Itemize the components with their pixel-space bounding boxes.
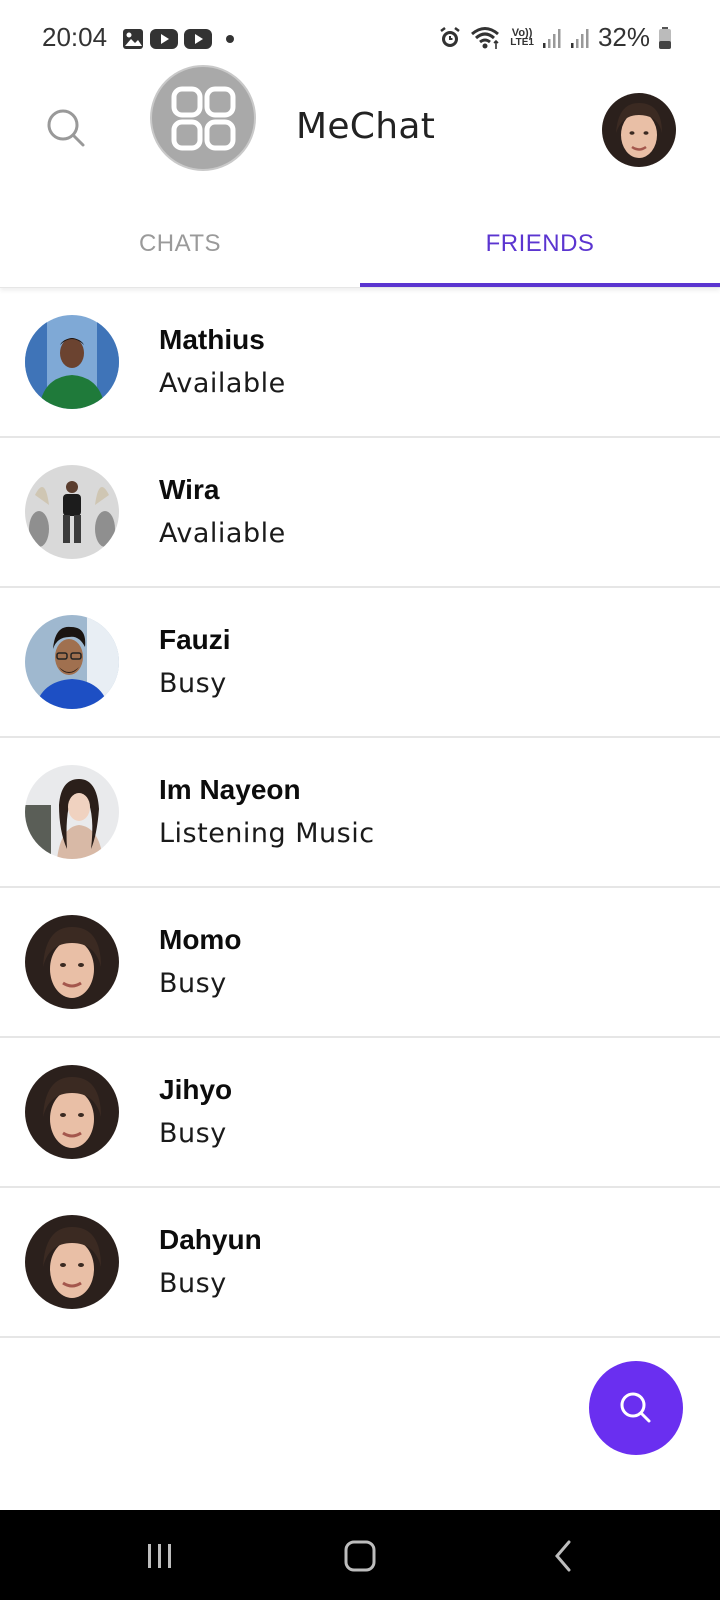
header-search-button[interactable] xyxy=(44,106,88,150)
system-nav-bar xyxy=(0,1510,720,1600)
volte-label: Vo)) xyxy=(511,26,533,39)
friend-status: Listening Music xyxy=(159,818,375,849)
tab-bar: CHATS FRIENDS xyxy=(0,200,720,288)
recents-icon xyxy=(148,1544,171,1568)
app-grid-icon xyxy=(171,86,236,151)
friend-status: Busy xyxy=(159,1268,227,1299)
signal-icon xyxy=(542,28,561,48)
friend-status: Busy xyxy=(159,1118,227,1149)
friend-avatar xyxy=(25,765,119,859)
volte-icon: Vo)) LTE1 xyxy=(510,26,534,48)
youtube-icon xyxy=(150,29,178,49)
friend-row[interactable]: Jihyo Busy xyxy=(0,1038,720,1188)
home-icon xyxy=(344,1540,376,1572)
friend-avatar xyxy=(25,915,119,1009)
friend-row[interactable]: Fauzi Busy xyxy=(0,588,720,738)
battery-icon xyxy=(659,26,671,49)
youtube-icon xyxy=(184,29,212,49)
friend-status: Avaliable xyxy=(159,518,286,549)
friend-avatar xyxy=(25,465,119,559)
friend-photo xyxy=(25,765,119,859)
friend-name: Mathius xyxy=(159,324,265,355)
friend-photo xyxy=(25,1065,119,1159)
friend-photo xyxy=(25,465,119,559)
app-header: MeChat xyxy=(0,62,720,192)
app-logo xyxy=(150,65,256,171)
battery-percent: 32% xyxy=(597,22,650,52)
friend-name: Wira xyxy=(159,474,220,505)
tab-friends[interactable]: FRIENDS xyxy=(360,200,720,287)
search-icon xyxy=(620,1392,651,1423)
friend-row[interactable]: Mathius Available xyxy=(0,288,720,438)
friend-photo xyxy=(25,315,119,409)
tab-chats[interactable]: CHATS xyxy=(0,200,360,287)
wifi-icon xyxy=(471,26,500,49)
friend-photo xyxy=(25,915,119,1009)
friend-status: Busy xyxy=(159,968,227,999)
friend-row[interactable]: Wira Avaliable xyxy=(0,438,720,588)
friend-name: Fauzi xyxy=(159,624,231,655)
friend-avatar xyxy=(25,315,119,409)
search-icon xyxy=(47,109,85,147)
alarm-icon xyxy=(440,26,460,47)
friend-photo xyxy=(25,1215,119,1309)
friend-list: Mathius Available Wira Avaliable Fauzi B… xyxy=(0,288,720,1338)
friend-status: Available xyxy=(159,368,286,399)
friend-name: Dahyun xyxy=(159,1224,262,1255)
back-button[interactable] xyxy=(540,1532,588,1580)
dot-icon xyxy=(226,35,234,43)
home-button[interactable] xyxy=(336,1532,384,1580)
back-icon xyxy=(555,1540,571,1572)
signal-icon xyxy=(570,28,589,48)
friend-name: Im Nayeon xyxy=(159,774,301,805)
lte-label: LTE1 xyxy=(510,36,534,48)
friend-photo xyxy=(25,615,119,709)
status-left-icons xyxy=(122,28,238,50)
search-fab[interactable] xyxy=(589,1361,683,1455)
app-title: MeChat xyxy=(296,106,436,147)
friend-avatar xyxy=(25,1065,119,1159)
friend-row[interactable]: Im Nayeon Listening Music xyxy=(0,738,720,888)
status-right-icons: Vo)) LTE1 32% xyxy=(438,22,672,53)
friend-name: Momo xyxy=(159,924,242,955)
friend-status: Busy xyxy=(159,668,227,699)
friend-avatar xyxy=(25,1215,119,1309)
friend-row[interactable]: Momo Busy xyxy=(0,888,720,1038)
friend-row[interactable]: Dahyun Busy xyxy=(0,1188,720,1338)
user-avatar-image xyxy=(602,93,676,167)
recents-button[interactable] xyxy=(136,1532,184,1580)
status-time: 20:04 xyxy=(42,22,108,52)
friend-avatar xyxy=(25,615,119,709)
gallery-icon xyxy=(123,29,143,49)
profile-avatar[interactable] xyxy=(602,93,676,167)
friend-name: Jihyo xyxy=(159,1074,233,1105)
